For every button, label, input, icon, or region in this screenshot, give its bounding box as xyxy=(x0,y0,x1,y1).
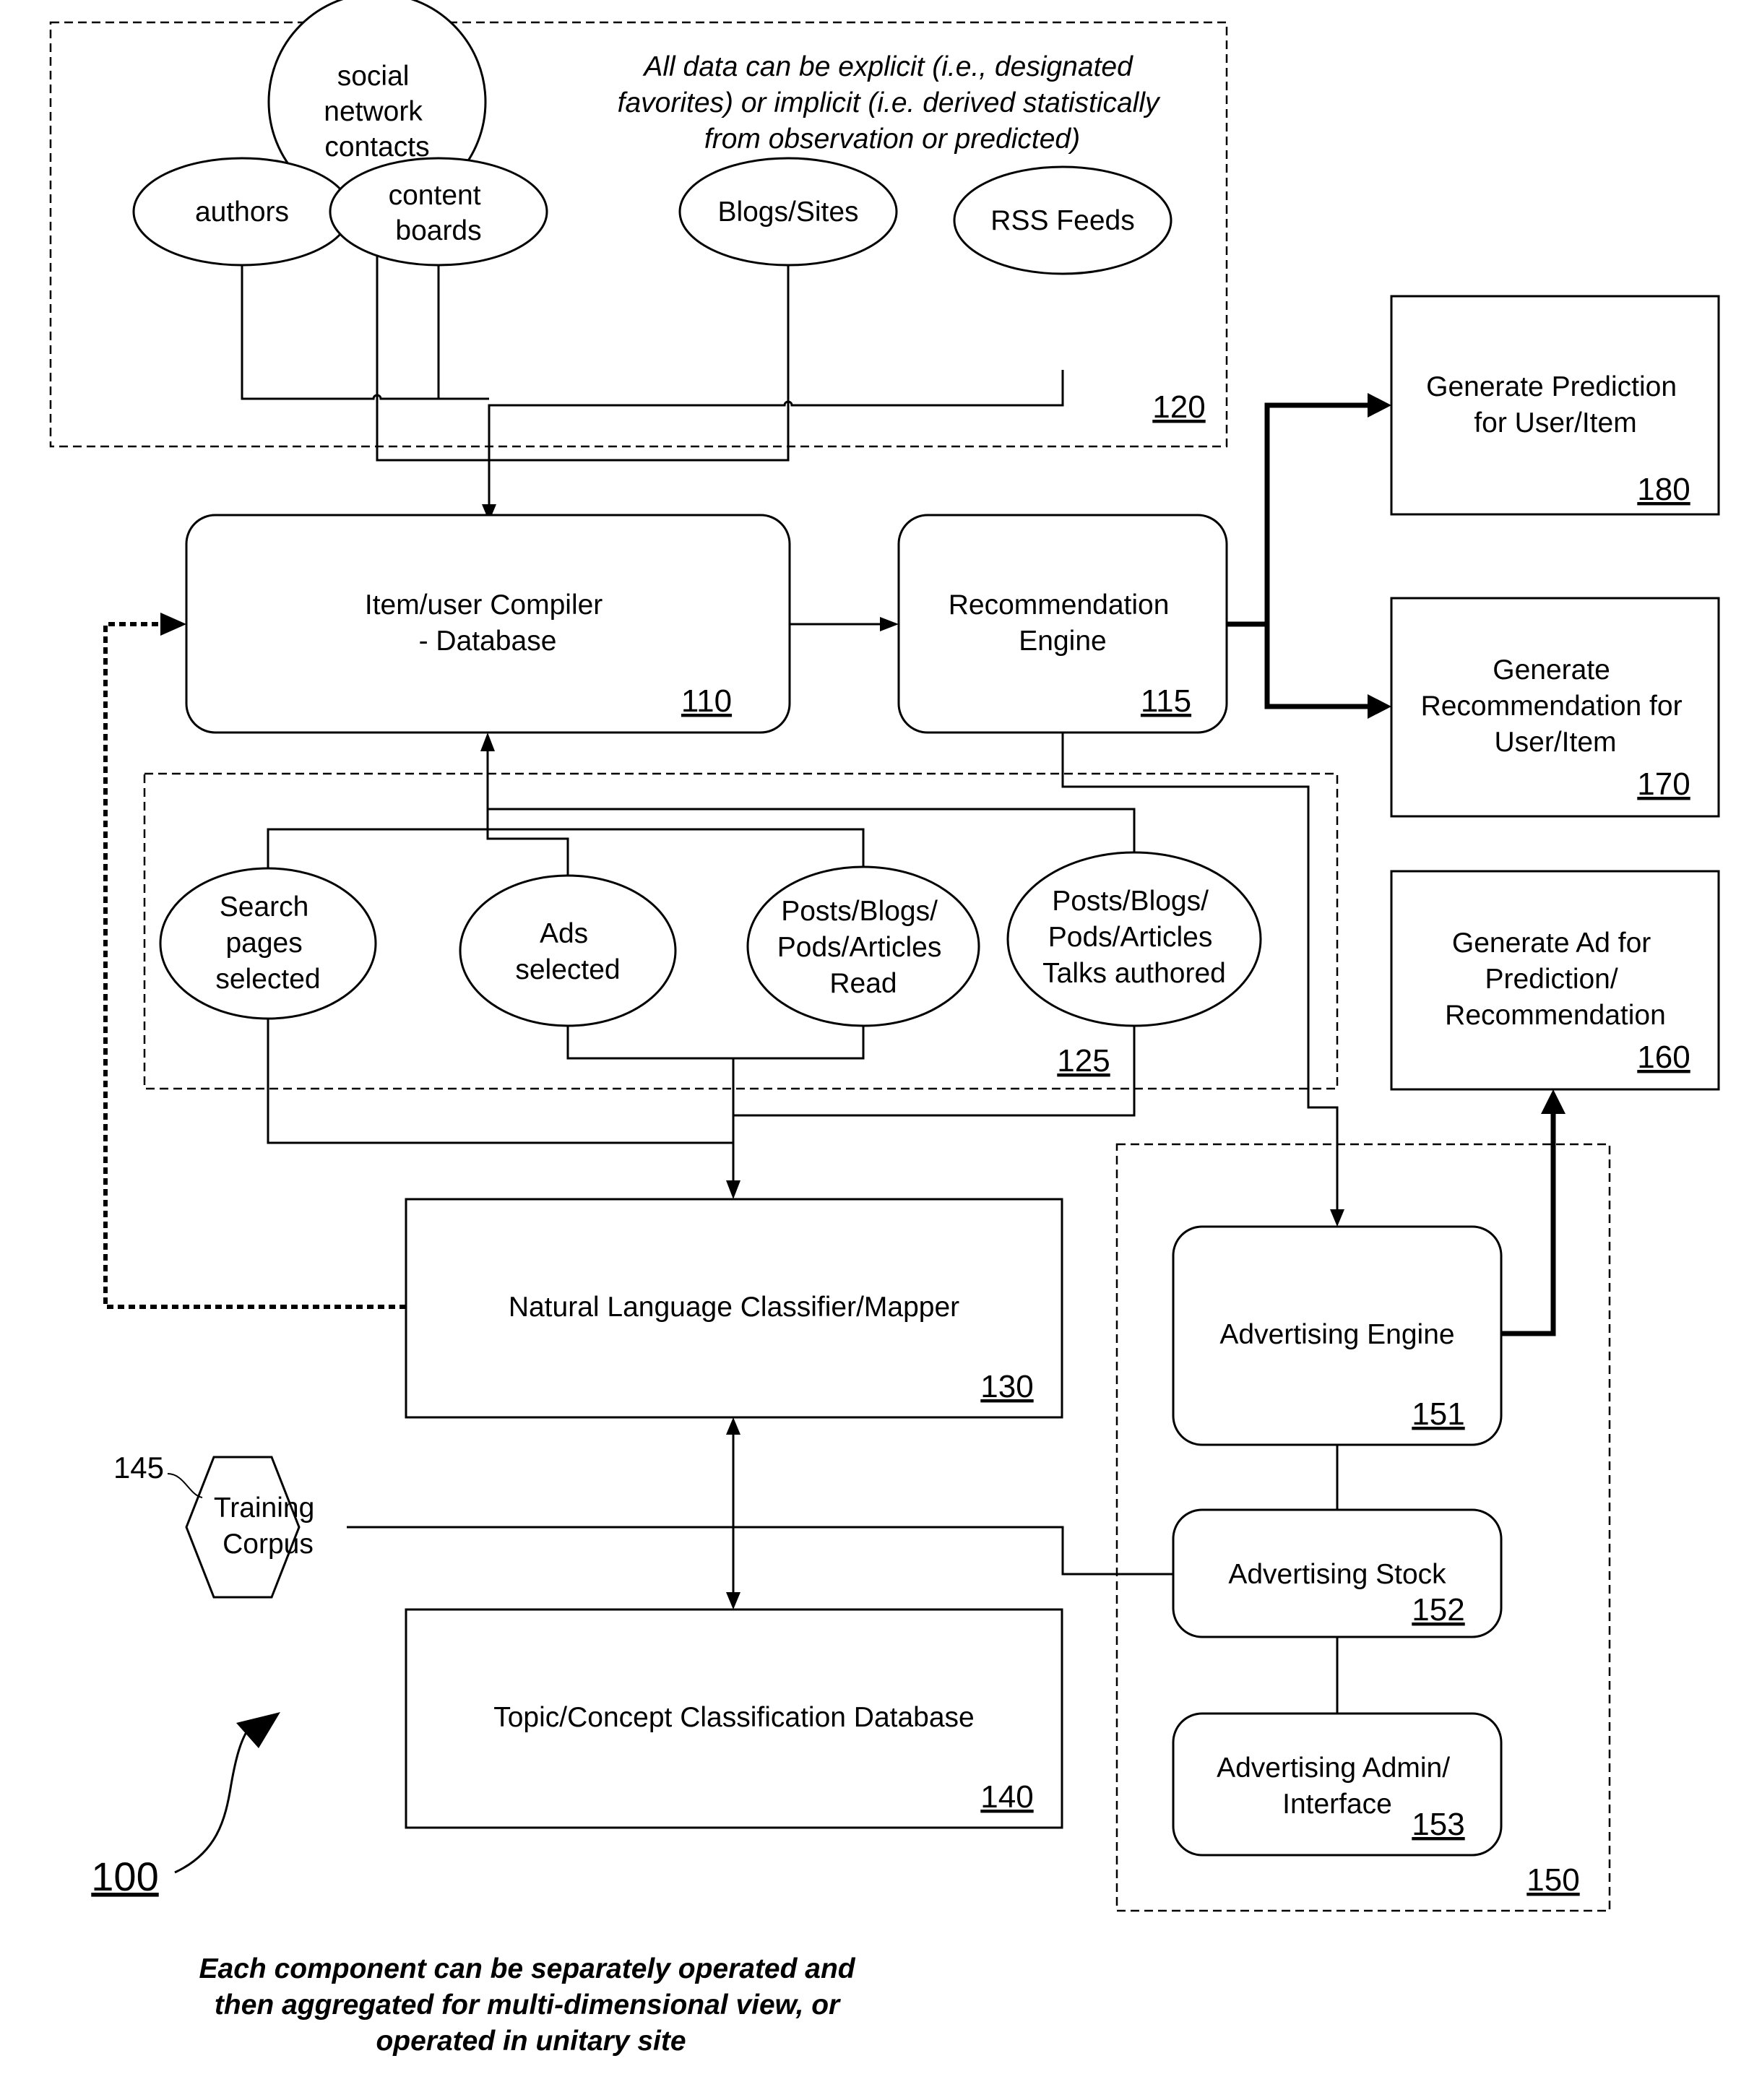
connector-rec-recommendation xyxy=(1264,624,1377,709)
arrow-into-rec-engine xyxy=(880,617,899,631)
node-generate-prediction: Generate Prediction for User/Item 180 xyxy=(1390,295,1720,516)
figure-ref-arrowhead xyxy=(236,1712,280,1748)
source-ellipse xyxy=(329,157,548,267)
group-150-ref: 150 xyxy=(1526,1862,1579,1898)
footnote: Each component can be separately operate… xyxy=(199,1953,863,2057)
source-ads-selected: Ads selected xyxy=(459,874,677,1027)
node-training-corpus: Training Corpus 145 xyxy=(113,1451,314,1599)
arrow-into-classifier-bottom xyxy=(726,1417,740,1435)
group-120-ref: 120 xyxy=(1152,389,1205,425)
source-label: Posts/Blogs/ Pods/Articles Talks authore… xyxy=(1042,886,1226,989)
node-ref: 152 xyxy=(1412,1592,1464,1628)
arrow-into-recommendation xyxy=(1368,694,1391,719)
node-label: Advertising Engine xyxy=(1219,1319,1454,1350)
node-ref: 145 xyxy=(113,1451,164,1485)
group-120-note-line: favorites) or implicit (i.e. derived sta… xyxy=(618,87,1161,118)
node-recommendation-engine: Recommendation Engine 115 xyxy=(897,514,1228,734)
figure-ref-leader xyxy=(174,1720,256,1874)
node-generate-ad: Generate Ad for Prediction/ Recommendati… xyxy=(1390,870,1720,1091)
node-ref: 110 xyxy=(681,683,732,719)
source-posts-read: Posts/Blogs/ Pods/Articles Read xyxy=(746,865,980,1027)
source-ellipse xyxy=(459,874,677,1027)
connector-search-classifier xyxy=(267,1018,733,1144)
source-label: Blogs/Sites xyxy=(717,196,858,228)
system-diagram: All data can be explicit (i.e., designat… xyxy=(49,0,1720,2057)
arrow-into-classifier xyxy=(726,1180,740,1199)
source-rss-feeds: RSS Feeds xyxy=(953,165,1172,275)
node-label: Topic/Concept Classification Database xyxy=(493,1702,975,1733)
node-label: Natural Language Classifier/Mapper xyxy=(509,1292,959,1323)
node-hexagon xyxy=(185,1456,301,1599)
group-120-note-line: All data can be explicit (i.e., designat… xyxy=(642,51,1133,82)
group-125-ref: 125 xyxy=(1057,1043,1110,1079)
node-ref: 151 xyxy=(1412,1396,1464,1432)
source-search-pages: Search pages selected xyxy=(159,867,377,1020)
source-posts-authored: Posts/Blogs/ Pods/Articles Talks authore… xyxy=(1006,851,1262,1027)
source-authors: authors xyxy=(132,157,352,267)
footnote-line: operated in unitary site xyxy=(376,2026,686,2057)
node-ref: 153 xyxy=(1412,1807,1464,1842)
source-content-boards: content boards xyxy=(329,157,548,267)
connector-authored-compiler xyxy=(488,808,1136,854)
arrow-into-topic-db xyxy=(726,1592,740,1609)
footnote-line: Each component can be separately operate… xyxy=(199,1953,856,1984)
group-120-note: All data can be explicit (i.e., designat… xyxy=(618,51,1167,155)
node-ref: 140 xyxy=(980,1779,1033,1815)
arrow-into-prediction xyxy=(1368,393,1391,418)
source-blogs-sites: Blogs/Sites xyxy=(678,157,898,267)
node-ref: 170 xyxy=(1637,766,1690,802)
arrow-into-ad-engine xyxy=(1330,1209,1344,1227)
footnote-line: then aggregated for multi-dimensional vi… xyxy=(215,1989,841,2021)
connector-ads-compiler xyxy=(486,748,569,876)
node-advertising-stock: Advertising Stock 152 xyxy=(1172,1508,1503,1638)
source-label: Search pages selected xyxy=(215,891,320,995)
source-label: RSS Feeds xyxy=(990,205,1134,236)
node-ref: 115 xyxy=(1141,683,1191,719)
figure-ref: 100 xyxy=(91,1854,158,1899)
node-topic-concept-db: Topic/Concept Classification Database 14… xyxy=(405,1608,1063,1829)
connector-search-read-top xyxy=(267,828,865,871)
node-generate-recommendation: Generate Recommendation for User/Item 17… xyxy=(1390,597,1720,818)
node-advertising-engine: Advertising Engine 151 xyxy=(1172,1225,1503,1446)
node-natural-language-classifier: Natural Language Classifier/Mapper 130 xyxy=(405,1198,1063,1419)
arrow-into-compiler-left xyxy=(160,613,186,636)
group-120-note-line: from observation or predicted) xyxy=(704,124,1080,155)
arrow-into-compiler-bottom xyxy=(480,733,495,751)
node-ref: 180 xyxy=(1637,472,1690,507)
node-advertising-admin: Advertising Admin/ Interface 153 xyxy=(1172,1712,1503,1857)
connector-rss-trunk xyxy=(488,370,1064,515)
node-ref: 160 xyxy=(1637,1040,1690,1075)
source-label: social network contacts xyxy=(324,61,430,163)
ref-leader-line xyxy=(167,1473,203,1498)
node-item-user-compiler: Item/user Compiler - Database 110 xyxy=(185,514,791,734)
connector-training-ad-stock xyxy=(347,1526,1173,1576)
source-label: authors xyxy=(195,196,289,228)
connector-rec-prediction xyxy=(1227,402,1377,627)
node-label: Advertising Stock xyxy=(1228,1559,1446,1590)
node-ref: 130 xyxy=(980,1369,1033,1404)
connector-ads-read-bottom xyxy=(566,1026,865,1060)
connector-authors-boards xyxy=(241,265,440,400)
arrow-into-gen-ad xyxy=(1541,1089,1565,1114)
connector-ad-engine-gen-ad xyxy=(1501,1105,1556,1336)
